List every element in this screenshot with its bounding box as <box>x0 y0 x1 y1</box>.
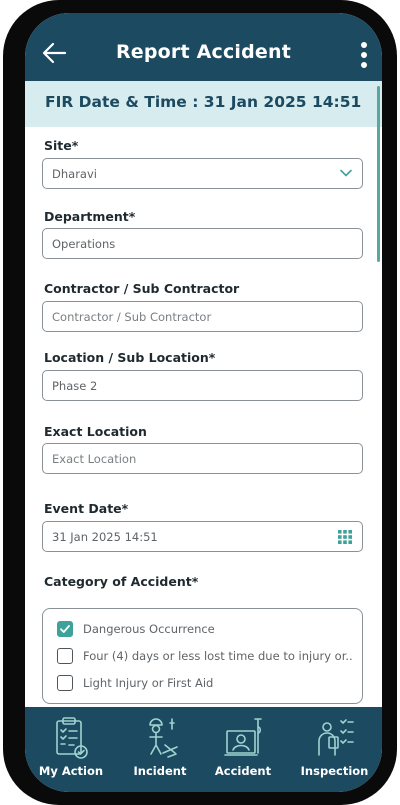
nav-label: Incident <box>133 764 187 778</box>
volume-down-button <box>3 208 9 270</box>
fir-datetime-text: FIR Date & Time : 31 Jan 2025 14:51 <box>45 93 362 111</box>
more-options-button[interactable] <box>358 42 370 72</box>
department-value: Operations <box>52 237 116 251</box>
checkbox-unchecked[interactable] <box>57 675 73 691</box>
department-label: Department* <box>44 209 136 224</box>
phone-frame: Report Accident FIR Date & Time : 31 Jan… <box>3 0 397 805</box>
nav-label: My Action <box>38 764 104 778</box>
chevron-down-icon <box>340 169 352 177</box>
nav-incident[interactable]: Incident <box>114 707 206 792</box>
form-scroll-area[interactable]: Site* Dharavi Department* Operations Con… <box>25 86 382 707</box>
check-icon <box>60 625 70 633</box>
nav-inspection[interactable]: Inspection <box>287 707 382 792</box>
site-value: Dharavi <box>52 167 97 181</box>
checkbox-label: Dangerous Occurrence <box>83 622 215 636</box>
exact-location-label: Exact Location <box>44 424 147 439</box>
contractor-input[interactable]: Contractor / Sub Contractor <box>42 301 363 332</box>
checkbox-label: Light Injury or First Aid <box>83 676 214 690</box>
event-date-value: 31 Jan 2025 14:51 <box>52 530 158 544</box>
inspector-checklist-icon <box>317 719 354 756</box>
accident-bed-icon <box>224 718 262 756</box>
fir-datetime-bar: FIR Date & Time : 31 Jan 2025 14:51 <box>25 81 382 127</box>
location-label: Location / Sub Location* <box>44 350 216 365</box>
department-field[interactable]: Operations <box>42 228 363 259</box>
power-button <box>391 128 397 200</box>
page-title: Report Accident <box>115 41 292 63</box>
site-dropdown[interactable]: Dharavi <box>42 158 363 189</box>
nav-my-action[interactable]: My Action <box>25 707 117 792</box>
app-screen: Report Accident FIR Date & Time : 31 Jan… <box>25 13 382 792</box>
checkbox-unchecked[interactable] <box>57 648 73 664</box>
contractor-placeholder: Contractor / Sub Contractor <box>52 310 212 324</box>
volume-up-button <box>3 128 9 190</box>
worker-incident-icon <box>149 718 178 758</box>
more-vertical-icon <box>361 42 367 48</box>
event-date-picker[interactable]: 31 Jan 2025 14:51 <box>42 521 363 552</box>
app-header: Report Accident <box>25 13 382 81</box>
scrollbar[interactable] <box>377 86 380 262</box>
bottom-navigation: My Action Incident Accident Inspection <box>25 707 382 792</box>
location-value: Phase 2 <box>52 379 98 393</box>
checkbox-label: Four (4) days or less lost time due to i… <box>83 649 353 663</box>
site-label: Site* <box>44 138 79 153</box>
category-checkbox-group: Dangerous Occurrence Four (4) days or le… <box>42 608 363 704</box>
nav-label: Accident <box>214 764 272 778</box>
clipboard-check-icon <box>56 717 88 759</box>
exact-location-placeholder: Exact Location <box>52 452 137 466</box>
location-field[interactable]: Phase 2 <box>42 370 363 401</box>
category-label: Category of Accident* <box>44 574 199 589</box>
nav-label: Inspection <box>300 764 369 778</box>
exact-location-input[interactable]: Exact Location <box>42 443 363 474</box>
contractor-label: Contractor / Sub Contractor <box>44 281 240 296</box>
calendar-grid-icon[interactable] <box>338 530 352 544</box>
checkbox-checked[interactable] <box>57 621 73 637</box>
event-date-label: Event Date* <box>44 501 129 516</box>
nav-accident[interactable]: Accident <box>197 707 289 792</box>
